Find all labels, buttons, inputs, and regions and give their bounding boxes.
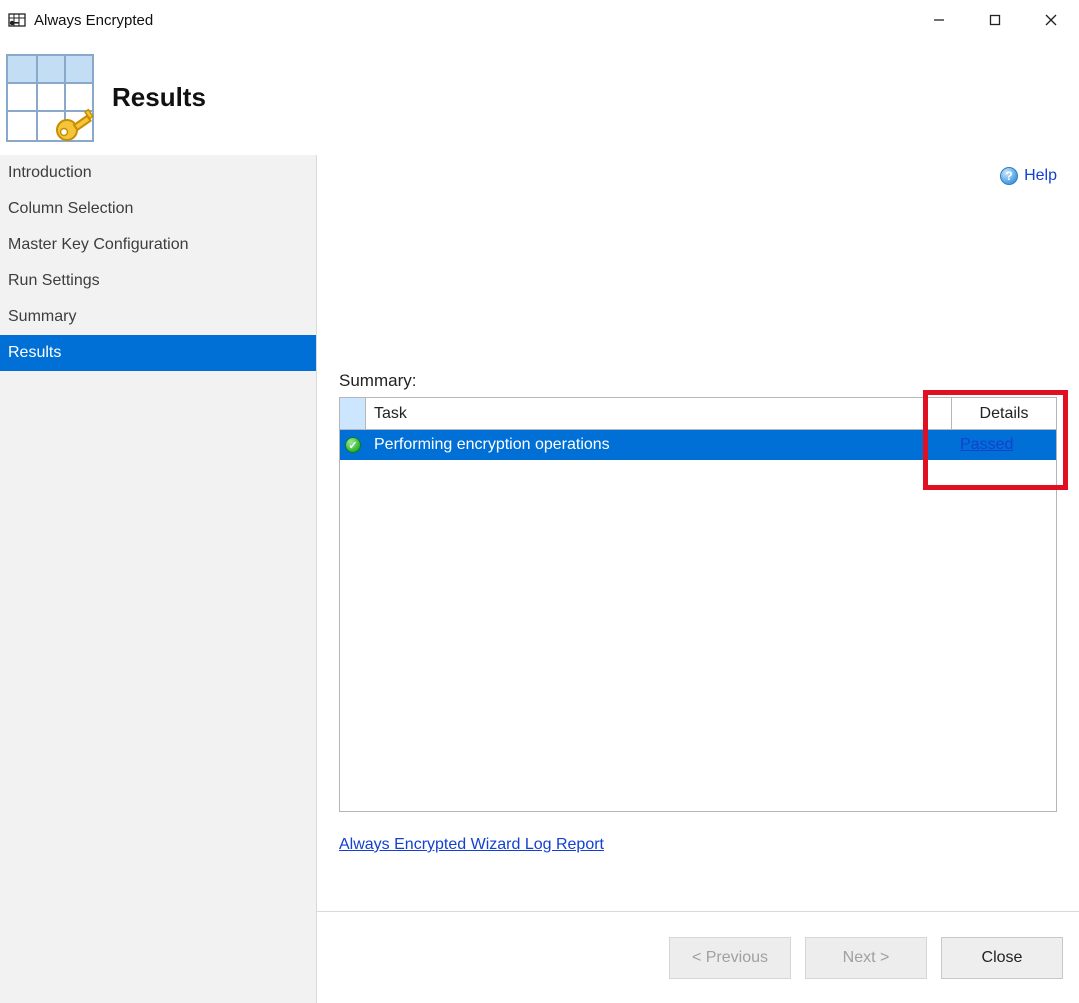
maximize-button[interactable] bbox=[967, 0, 1023, 40]
column-header-details[interactable]: Details bbox=[952, 398, 1056, 430]
sidebar-item-results[interactable]: Results bbox=[0, 335, 316, 371]
sidebar-item-label: Master Key Configuration bbox=[8, 236, 189, 254]
sidebar-item-summary[interactable]: Summary bbox=[0, 299, 316, 335]
main-panel: ? Help Summary: Task Details ✓ bbox=[317, 155, 1079, 1003]
sidebar-item-column-selection[interactable]: Column Selection bbox=[0, 191, 316, 227]
sidebar-item-introduction[interactable]: Introduction bbox=[0, 155, 316, 191]
help-link[interactable]: ? Help bbox=[1000, 167, 1057, 185]
sidebar-item-label: Column Selection bbox=[8, 200, 133, 218]
minimize-button[interactable] bbox=[911, 0, 967, 40]
app-icon bbox=[8, 11, 26, 29]
log-report-link[interactable]: Always Encrypted Wizard Log Report bbox=[339, 836, 1057, 854]
previous-button: < Previous bbox=[669, 937, 791, 979]
window-title: Always Encrypted bbox=[34, 12, 153, 29]
close-button[interactable] bbox=[1023, 0, 1079, 40]
details-cell: Passed bbox=[952, 430, 1056, 460]
wizard-header-icon bbox=[6, 54, 94, 142]
details-link[interactable]: Passed bbox=[960, 436, 1013, 454]
wizard-footer: < Previous Next > Close bbox=[317, 911, 1079, 1003]
grid-corner-cell bbox=[340, 398, 366, 430]
sidebar-item-run-settings[interactable]: Run Settings bbox=[0, 263, 316, 299]
key-icon bbox=[52, 102, 96, 146]
help-label: Help bbox=[1024, 167, 1057, 185]
task-text: Performing encryption operations bbox=[374, 436, 610, 454]
sidebar-item-label: Introduction bbox=[8, 164, 92, 182]
sidebar-item-label: Summary bbox=[8, 308, 76, 326]
results-grid-header: Task Details bbox=[340, 398, 1056, 430]
status-icon-cell: ✓ bbox=[340, 430, 366, 460]
help-icon: ? bbox=[1000, 167, 1018, 185]
wizard-header: Results bbox=[0, 40, 1079, 155]
sidebar-item-master-key-configuration[interactable]: Master Key Configuration bbox=[0, 227, 316, 263]
window-controls bbox=[911, 0, 1079, 40]
titlebar: Always Encrypted bbox=[0, 0, 1079, 40]
sidebar-item-label: Run Settings bbox=[8, 272, 100, 290]
close-wizard-button[interactable]: Close bbox=[941, 937, 1063, 979]
table-row[interactable]: ✓ Performing encryption operations Passe… bbox=[340, 430, 1056, 460]
results-grid: Task Details ✓ Performing encryption ope… bbox=[339, 397, 1057, 812]
success-icon: ✓ bbox=[345, 437, 361, 453]
wizard-nav-sidebar: Introduction Column Selection Master Key… bbox=[0, 155, 317, 1003]
page-title: Results bbox=[112, 82, 206, 113]
column-header-task[interactable]: Task bbox=[366, 398, 952, 430]
task-cell: Performing encryption operations bbox=[366, 430, 952, 460]
next-button: Next > bbox=[805, 937, 927, 979]
sidebar-item-label: Results bbox=[8, 344, 61, 362]
summary-label: Summary: bbox=[339, 371, 1057, 391]
